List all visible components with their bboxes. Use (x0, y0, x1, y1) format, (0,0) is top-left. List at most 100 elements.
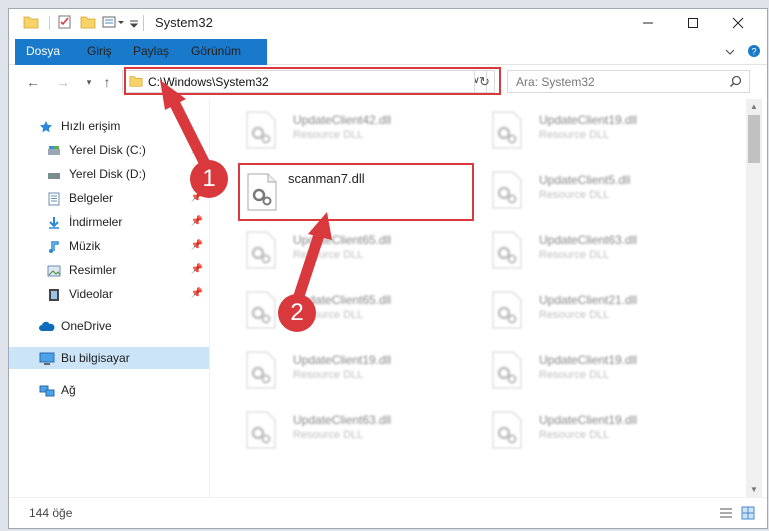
file-name: UpdateClient21.dll (539, 293, 638, 307)
nav-label: Resimler (69, 263, 117, 277)
file-name: UpdateClient19.dll (539, 353, 638, 367)
dll-file-icon (491, 171, 523, 209)
nav-item-pictures[interactable]: Resimler 📌 (9, 259, 209, 281)
step-badge-1: 1 (190, 160, 228, 198)
computer-icon (39, 351, 55, 365)
file-item[interactable]: UpdateClient63.dll Resource DLL (465, 225, 695, 281)
scrollbar-thumb[interactable] (748, 115, 760, 163)
file-item[interactable]: UpdateClient42.dll Resource DLL (219, 105, 449, 161)
nav-label: Yerel Disk (D:) (69, 167, 146, 181)
arrow-right-icon: → (56, 74, 70, 90)
cloud-icon (39, 319, 55, 333)
network-icon (39, 383, 55, 397)
file-type: Resource DLL (539, 309, 610, 321)
pin-icon: 📌 (190, 264, 203, 275)
search-box[interactable]: Ara: System32 (507, 70, 750, 93)
folder-icon[interactable] (23, 14, 39, 32)
ribbon-controls: ? (725, 44, 761, 61)
maximize-button[interactable] (672, 9, 714, 39)
file-item[interactable]: UpdateClient19.dll Resource DLL (465, 405, 695, 461)
address-bar[interactable]: C:\Windows\System32 ∨ (122, 70, 487, 93)
nav-item-local-disk-d[interactable]: Yerel Disk (D:) 📌 (9, 163, 209, 185)
dll-file-icon (246, 173, 278, 211)
file-item[interactable]: UpdateClient19.dll Resource DLL (465, 105, 695, 161)
minimize-button[interactable] (627, 9, 669, 39)
drive-icon (47, 167, 61, 181)
status-bar: 144 öğe (9, 497, 767, 528)
file-item[interactable]: UpdateClient65.dll Resource DLL (219, 285, 449, 341)
file-item[interactable]: UpdateClient63.dll Resource DLL (219, 405, 449, 461)
file-item-scanman7[interactable]: scanman7.dll (238, 163, 474, 221)
dll-file-icon (491, 291, 523, 329)
file-item[interactable]: UpdateClient5.dll Resource DLL (465, 165, 695, 221)
refresh-icon: ↻ (479, 74, 490, 89)
pane-divider (209, 99, 210, 497)
nav-label: İndirmeler (69, 215, 123, 229)
file-item[interactable]: UpdateClient19.dll Resource DLL (465, 345, 695, 401)
search-placeholder: Ara: System32 (516, 75, 595, 89)
nav-item-quick-access[interactable]: Hızlı erişim (9, 115, 209, 137)
expand-ribbon-icon[interactable] (725, 46, 735, 60)
nav-label: Ağ (61, 383, 76, 397)
file-type: Resource DLL (293, 429, 364, 441)
nav-label: Bu bilgisayar (61, 351, 130, 365)
nav-label: Müzik (69, 239, 101, 253)
close-button[interactable] (717, 9, 759, 39)
file-item[interactable]: UpdateClient21.dll Resource DLL (465, 285, 695, 341)
quick-access-dropdown-icon[interactable] (129, 18, 139, 36)
file-type: Resource DLL (293, 129, 364, 141)
pictures-icon (47, 263, 61, 277)
tab-home[interactable]: Giriş (77, 39, 122, 64)
file-item[interactable]: UpdateClient65.dll Resource DLL (219, 225, 449, 281)
recent-locations-button[interactable]: ▾ (79, 73, 99, 91)
nav-item-local-disk-c[interactable]: Yerel Disk (C:) 📌 (9, 139, 209, 161)
tab-view[interactable]: Görünüm (181, 39, 251, 64)
search-icon (729, 75, 742, 91)
vertical-scrollbar[interactable]: ▲ ▼ (746, 99, 762, 497)
nav-label: Videolar (69, 287, 113, 301)
up-button[interactable]: ↑ (97, 73, 117, 91)
tab-share[interactable]: Paylaş (123, 39, 179, 64)
file-type: Resource DLL (539, 429, 610, 441)
customize-icon[interactable] (102, 14, 126, 32)
navigation-pane: Hızlı erişim Yerel Disk (C:) 📌 Yerel Dis… (9, 99, 209, 497)
nav-item-downloads[interactable]: İndirmeler 📌 (9, 211, 209, 233)
new-folder-icon[interactable] (80, 14, 96, 32)
nav-item-music[interactable]: Müzik 📌 (9, 235, 209, 257)
file-item[interactable]: UpdateClient19.dll Resource DLL (219, 345, 449, 401)
nav-item-documents[interactable]: Belgeler 📌 (9, 187, 209, 209)
nav-label: OneDrive (61, 319, 112, 333)
file-name: UpdateClient19.dll (293, 353, 392, 367)
forward-button[interactable]: → (53, 73, 73, 91)
title-bar: System32 (9, 9, 767, 39)
dll-file-icon (245, 111, 277, 149)
address-row: ← → ▾ ↑ C:\Windows\System32 ∨ ↻ Ara: Sys… (9, 65, 767, 98)
tiles-view-icon[interactable] (741, 506, 755, 523)
nav-item-onedrive[interactable]: OneDrive (9, 315, 209, 337)
scroll-up-icon[interactable]: ▲ (750, 102, 758, 111)
help-icon[interactable]: ? (747, 44, 761, 61)
arrow-up-icon: ↑ (103, 74, 111, 90)
nav-label: Belgeler (69, 191, 114, 205)
svg-text:?: ? (751, 47, 756, 57)
back-button[interactable]: ← (23, 73, 43, 91)
arrow-left-icon: ← (26, 74, 40, 90)
explorer-window: System32 Dosya Giriş Paylaş Görünüm ? ← … (8, 8, 768, 529)
ribbon: Dosya Giriş Paylaş Görünüm ? (9, 39, 767, 95)
details-view-icon[interactable] (719, 506, 733, 523)
dll-file-icon (491, 351, 523, 389)
pin-icon: 📌 (190, 144, 203, 155)
file-type: Resource DLL (293, 369, 364, 381)
dll-file-icon (491, 111, 523, 149)
scroll-down-icon[interactable]: ▼ (750, 485, 758, 494)
documents-icon (47, 191, 61, 206)
nav-label: Hızlı erişim (61, 119, 121, 133)
nav-item-network[interactable]: Ağ (9, 379, 209, 401)
file-name: UpdateClient19.dll (539, 413, 638, 427)
nav-item-videos[interactable]: Videolar 📌 (9, 283, 209, 305)
file-type: Resource DLL (539, 369, 610, 381)
refresh-button[interactable]: ↻ (474, 70, 495, 93)
nav-item-this-pc[interactable]: Bu bilgisayar (9, 347, 209, 369)
properties-icon[interactable] (57, 14, 73, 32)
dll-file-icon (245, 231, 277, 269)
